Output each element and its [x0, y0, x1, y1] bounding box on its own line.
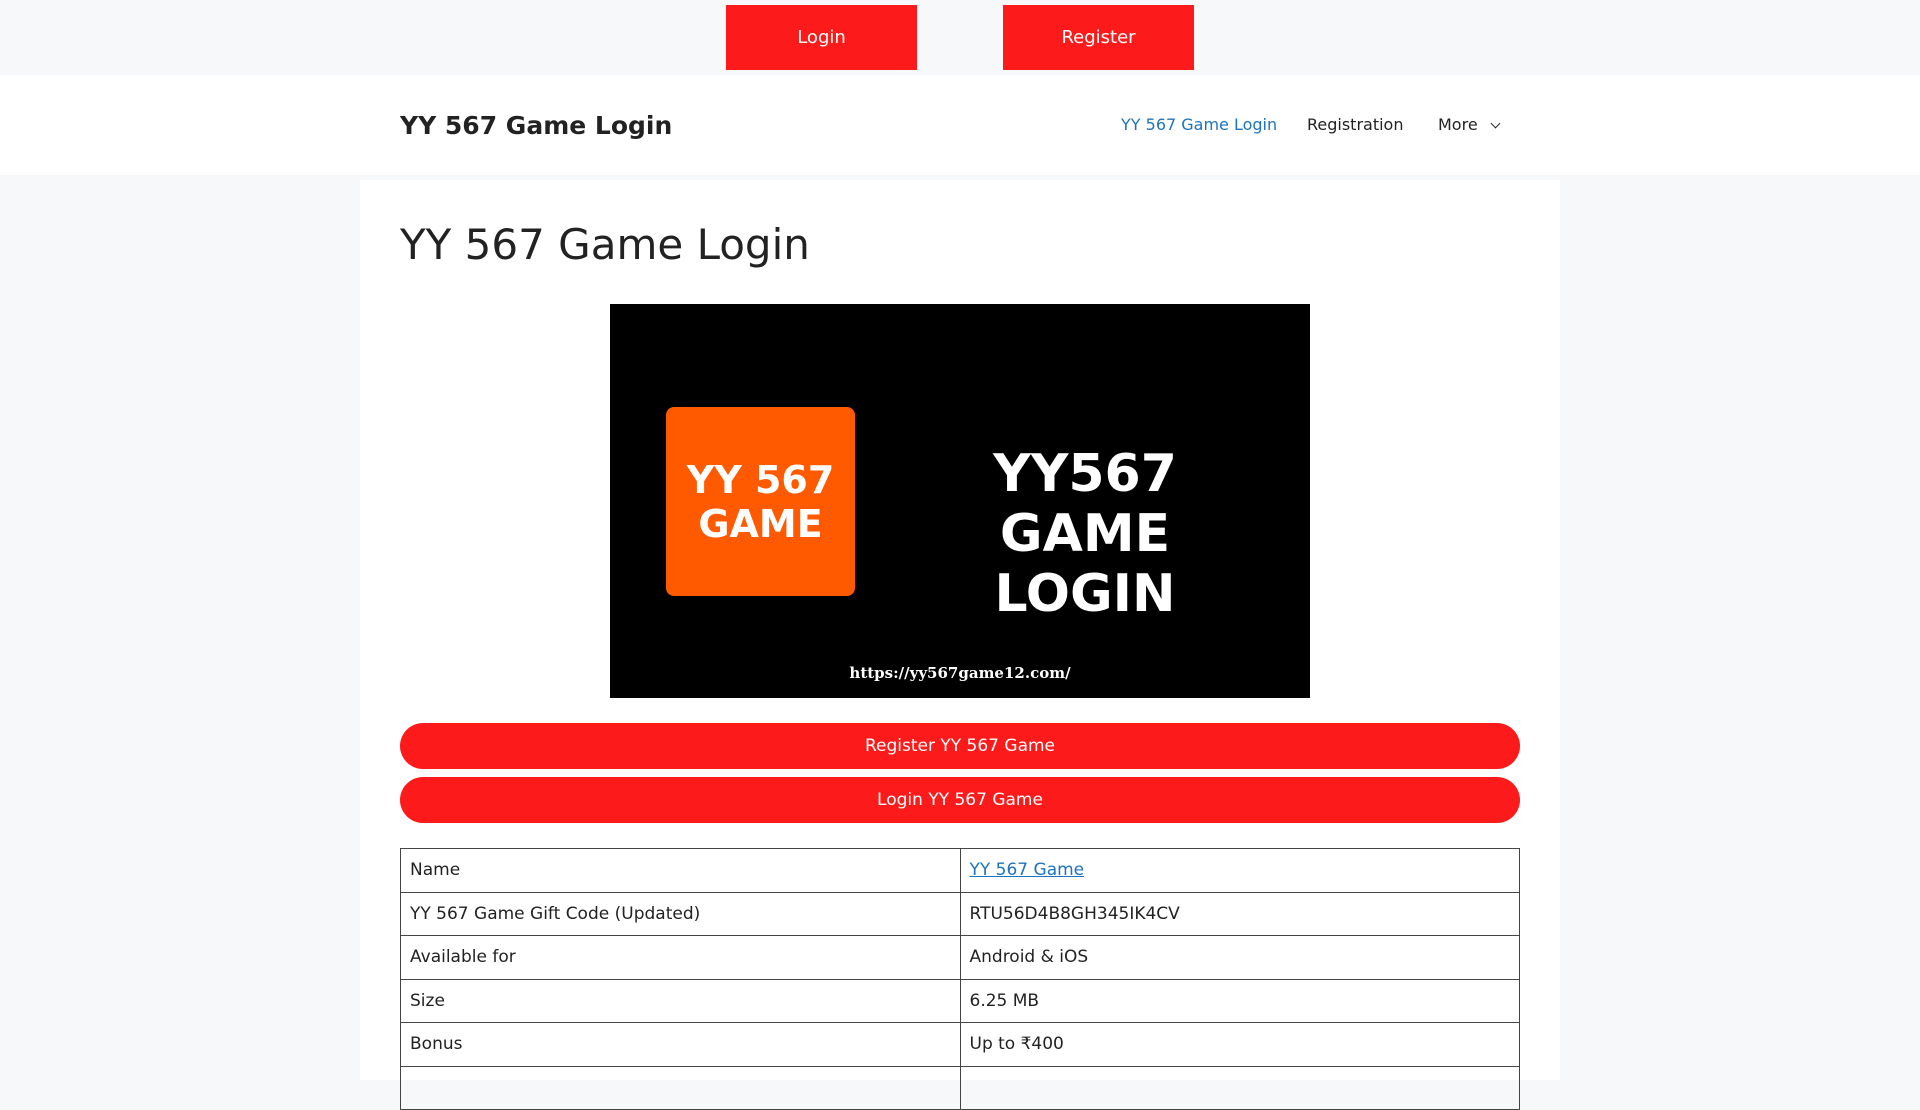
table-cell-key: Available for	[400, 935, 961, 980]
table-cell-value: Android & iOS	[959, 935, 1520, 980]
login-game-button[interactable]: Login YY 567 Game	[400, 777, 1520, 823]
logo-text-line1: YY 567	[686, 457, 835, 502]
top-register-button[interactable]: Register	[1003, 5, 1194, 70]
page-title: YY 567 Game Login	[400, 220, 810, 269]
top-login-button[interactable]: Login	[726, 5, 917, 70]
table-row: YY 567 Game Gift Code (Updated) RTU56D4B…	[400, 891, 1520, 936]
game-name-link[interactable]: YY 567 Game	[970, 860, 1085, 880]
table-row: Size 6.25 MB	[400, 978, 1520, 1023]
table-row: Available for Android & iOS	[400, 935, 1520, 980]
table-cell-key	[400, 1065, 961, 1110]
main-navigation: YY 567 Game Login Registration More	[0, 115, 1920, 139]
table-cell-value: 6.25 MB	[959, 978, 1520, 1023]
article-content: YY 567 Game Login YY 567 GAME YY567 GAME…	[360, 180, 1560, 1110]
table-cell-value	[959, 1065, 1520, 1110]
top-action-bar: Login Register	[0, 0, 1920, 75]
site-header: YY 567 Game Login YY 567 Game Login Regi…	[0, 75, 1920, 175]
nav-item-game-login[interactable]: YY 567 Game Login	[1121, 115, 1277, 134]
table-cell-key: Bonus	[400, 1022, 961, 1067]
featured-banner-image: YY 567 GAME YY567 GAME LOGIN https://yy5…	[610, 304, 1310, 698]
register-game-button[interactable]: Register YY 567 Game	[400, 723, 1520, 769]
banner-heading-line1: YY567 GAME	[993, 444, 1177, 564]
chevron-down-icon	[1490, 118, 1501, 129]
logo-text-line2: GAME	[698, 501, 823, 546]
banner-url: https://yy567game12.com/	[849, 664, 1071, 682]
game-logo: YY 567 GAME	[666, 407, 855, 596]
table-row: Bonus Up to ₹400	[400, 1022, 1520, 1067]
table-cell-value: RTU56D4B8GH345IK4CV	[959, 891, 1520, 936]
banner-heading: YY567 GAME LOGIN	[900, 444, 1270, 624]
table-cell-key: Size	[400, 978, 961, 1023]
table-cell-key: Name	[400, 848, 961, 893]
table-cell-value: YY 567 Game	[959, 848, 1520, 893]
table-row: Name YY 567 Game	[400, 848, 1520, 893]
game-info-table: Name YY 567 Game YY 567 Game Gift Code (…	[400, 848, 1520, 1110]
nav-item-registration[interactable]: Registration	[1307, 115, 1403, 134]
table-cell-key: YY 567 Game Gift Code (Updated)	[400, 891, 961, 936]
banner-heading-line2: LOGIN	[994, 564, 1176, 624]
nav-item-more-label: More	[1438, 115, 1478, 134]
nav-item-more[interactable]: More	[1438, 115, 1501, 134]
table-cell-value: Up to ₹400	[959, 1022, 1520, 1067]
table-row	[400, 1065, 1520, 1110]
